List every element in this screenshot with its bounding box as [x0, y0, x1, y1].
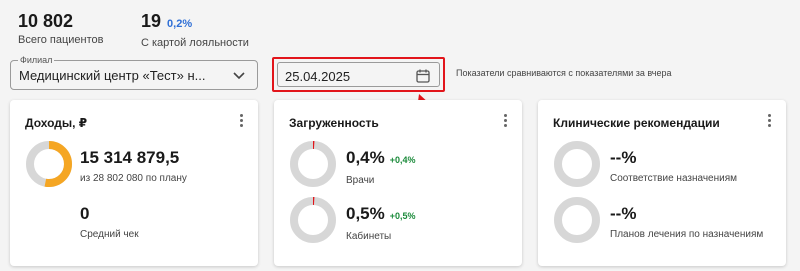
- load-card-title: Загруженность: [289, 116, 379, 130]
- rooms-label: Кабинеты: [346, 231, 392, 242]
- compliance-value: --%: [610, 148, 637, 167]
- doctors-metric: 0,4% +0,4% Врачи: [346, 148, 416, 186]
- date-input-highlight: 25.04.2025: [272, 57, 445, 92]
- loyalty-card-value: 19: [141, 11, 162, 31]
- doctors-delta: +0,4%: [389, 155, 416, 165]
- loyalty-card-stat: 19 0,2% С картой лояльности: [141, 11, 249, 49]
- more-vertical-icon[interactable]: [502, 114, 508, 130]
- rooms-donut: [290, 197, 336, 243]
- clinical-card-title: Клинические рекомендации: [553, 116, 720, 130]
- compliance-label: Соответствие назначениям: [610, 173, 738, 184]
- calendar-icon[interactable]: [415, 68, 431, 84]
- income-card: Доходы, ₽ 15 314 879,5 из 28 802 080 по …: [10, 100, 258, 266]
- plans-value: --%: [610, 204, 637, 223]
- comparison-note: Показатели сравниваются с показателями з…: [456, 68, 672, 78]
- loyalty-card-label: С картой лояльности: [141, 37, 249, 49]
- rooms-value: 0,5%: [346, 204, 385, 223]
- donut-track: [290, 197, 336, 243]
- donut-track: [554, 141, 600, 187]
- more-vertical-icon[interactable]: [238, 114, 244, 130]
- income-card-title: Доходы, ₽: [25, 116, 88, 130]
- chevron-down-icon: [233, 72, 245, 80]
- total-patients-value: 10 802: [18, 11, 74, 31]
- income-metric: 15 314 879,5 из 28 802 080 по плану: [80, 148, 187, 184]
- income-value: 15 314 879,5: [80, 148, 180, 167]
- donut-track: [290, 141, 336, 187]
- load-card: Загруженность 0,4% +0,4% Врачи 0,5% +0,5…: [274, 100, 522, 266]
- average-check-value: 0: [80, 204, 90, 223]
- compliance-donut: [554, 141, 600, 187]
- average-check-label: Средний чек: [80, 229, 139, 240]
- plans-metric: --% Планов лечения по назначениям: [610, 204, 763, 240]
- income-plan-label: из 28 802 080 по плану: [80, 173, 187, 184]
- clinical-card: Клинические рекомендации --% Соответстви…: [538, 100, 786, 266]
- branch-select-legend: Филиал: [18, 54, 55, 66]
- plans-donut: [554, 197, 600, 243]
- branch-select-value: Медицинский центр «Тест» н...: [19, 68, 206, 83]
- total-patients-stat: 10 802 Всего пациентов: [18, 11, 104, 46]
- income-donut: [26, 141, 72, 187]
- donut-track: [554, 197, 600, 243]
- rooms-metric: 0,5% +0,5% Кабинеты: [346, 204, 416, 242]
- average-check-metric: 0 Средний чек: [80, 204, 139, 240]
- branch-select[interactable]: Филиал Медицинский центр «Тест» н...: [10, 54, 258, 90]
- compliance-metric: --% Соответствие назначениям: [610, 148, 737, 184]
- rooms-delta: +0,5%: [389, 211, 416, 221]
- date-input-value: 25.04.2025: [285, 69, 351, 84]
- doctors-value: 0,4%: [346, 148, 385, 167]
- doctors-donut: [290, 141, 336, 187]
- loyalty-card-percent: 0,2%: [167, 18, 193, 30]
- more-vertical-icon[interactable]: [766, 114, 772, 130]
- total-patients-label: Всего пациентов: [18, 34, 104, 46]
- doctors-label: Врачи: [346, 175, 375, 186]
- plans-label: Планов лечения по назначениям: [610, 229, 764, 240]
- date-input[interactable]: 25.04.2025: [277, 62, 440, 87]
